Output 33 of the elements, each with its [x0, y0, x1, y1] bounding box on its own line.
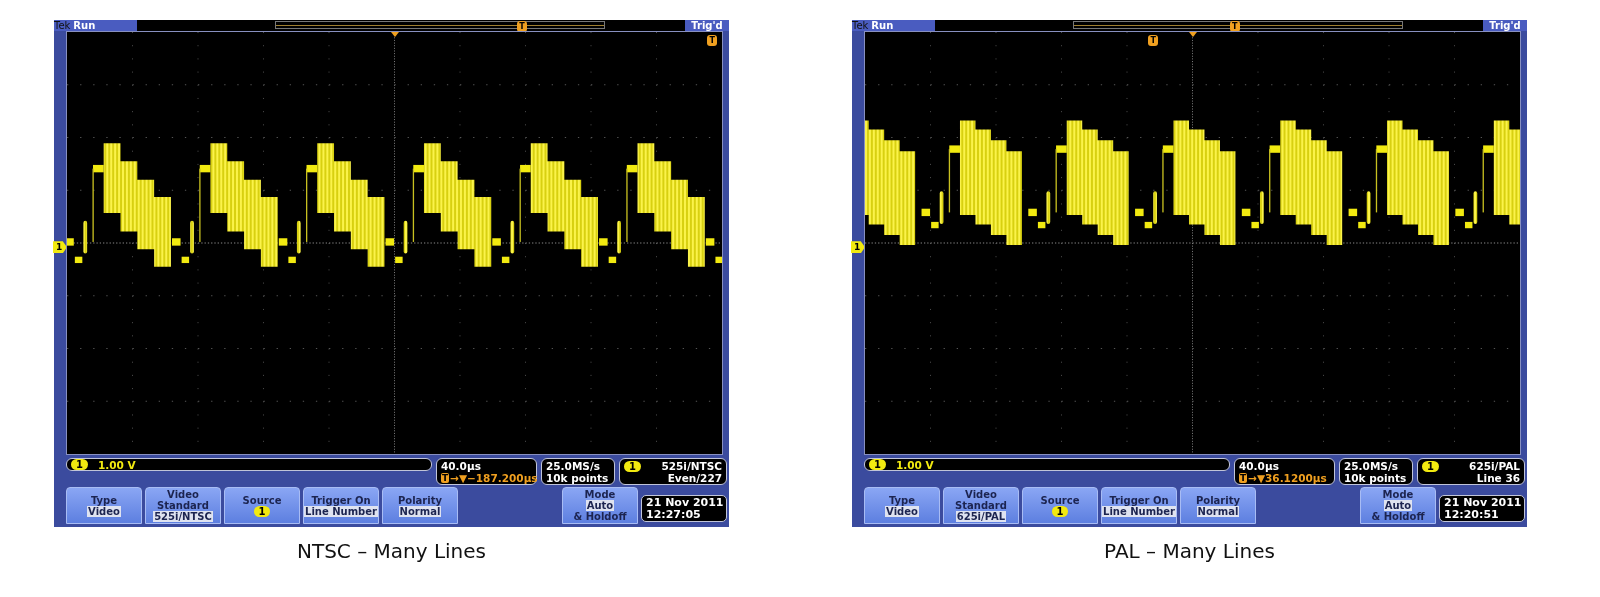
caption: PAL – Many Lines [1104, 539, 1275, 563]
trigger-marker: T [707, 35, 718, 46]
trigger-marker: T [1148, 35, 1159, 46]
run-status: Run [73, 20, 96, 31]
trigger-readout: 1 625i/PAL Line 36 [1417, 458, 1525, 485]
trigger-status: Trig'd [685, 20, 729, 31]
menu-button[interactable]: Type Video [66, 487, 142, 524]
channel-readout: 1 1.00 V [66, 458, 432, 471]
menu-button[interactable]: Mode Auto & Holdoff [1360, 487, 1436, 524]
date-time-readout: 21 Nov 2011 12:27:05 [641, 495, 727, 522]
channel-ground-marker: 1 [851, 241, 865, 254]
trigger-readout: 1 525i/NTSC Even/227 [619, 458, 727, 485]
timebase-readout: 40.0µs T →▼36.1200µs [1234, 458, 1335, 485]
acquisition-readout: 25.0MS/s 10k points [1339, 458, 1413, 485]
acquisition-readout: 25.0MS/s 10k points [541, 458, 615, 485]
date-time-readout: 21 Nov 2011 12:20:51 [1439, 495, 1525, 522]
menu-button[interactable]: Video Standard 525i/NTSC [145, 487, 221, 524]
channel-readout: 1 1.00 V [864, 458, 1230, 471]
menu-button[interactable]: Video Standard 625i/PAL [943, 487, 1019, 524]
menu-button[interactable]: Polarity Normal [1180, 487, 1256, 524]
brand-label: Tek [54, 20, 71, 31]
menu-button[interactable]: Trigger On Line Number [303, 487, 379, 524]
menu-button[interactable]: Source 1 [1022, 487, 1098, 524]
run-status: Run [871, 20, 894, 31]
menu-button[interactable]: Trigger On Line Number [1101, 487, 1177, 524]
trigger-status: Trig'd [1483, 20, 1527, 31]
menu-button[interactable]: Source 1 [224, 487, 300, 524]
menu-button[interactable]: Mode Auto & Holdoff [562, 487, 638, 524]
menu-button[interactable]: Type Video [864, 487, 940, 524]
caption: NTSC – Many Lines [296, 539, 486, 563]
brand-label: Tek [852, 20, 869, 31]
channel-ground-marker: 1 [53, 241, 67, 254]
menu-button[interactable]: Polarity Normal [382, 487, 458, 524]
